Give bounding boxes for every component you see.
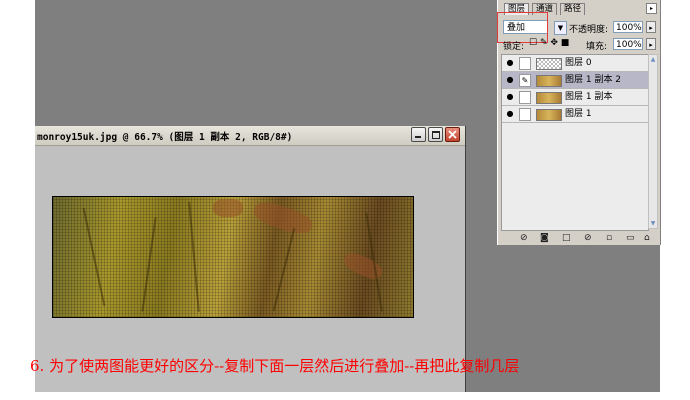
eye-icon[interactable]: ● xyxy=(505,109,515,119)
lock-transparency-icon[interactable]: ☐ xyxy=(529,38,537,48)
blend-opacity-row: 叠加 ▼ 不透明度: 100% ▸ xyxy=(497,12,659,43)
lock-image-icon[interactable]: ✎ xyxy=(540,38,548,48)
layer-link-box[interactable] xyxy=(519,91,531,104)
tab-paths[interactable]: 路径 xyxy=(560,3,586,15)
lock-all-icon[interactable]: ■ xyxy=(561,38,570,48)
maximize-button[interactable] xyxy=(428,127,443,142)
close-icon xyxy=(448,130,457,139)
add-style-icon[interactable]: ◙ xyxy=(540,233,549,243)
layer-row[interactable]: ● 图层 1 xyxy=(502,106,648,123)
opacity-field[interactable]: 100% xyxy=(613,21,643,33)
grass-stalk xyxy=(188,202,200,312)
lock-position-icon[interactable]: ✥ xyxy=(550,38,558,48)
brush-icon[interactable]: ✎ xyxy=(519,74,531,87)
grass-stalk xyxy=(82,207,106,307)
grass-stalk xyxy=(272,228,296,311)
layer-link-box[interactable] xyxy=(519,57,531,70)
layer-row[interactable]: ● 图层 0 xyxy=(502,55,648,72)
eye-icon[interactable]: ● xyxy=(505,75,515,85)
trash-icon[interactable]: ⌂ xyxy=(644,233,650,243)
new-group-icon[interactable]: ▫ xyxy=(606,233,612,243)
eye-icon[interactable]: ● xyxy=(505,58,515,68)
layer-row-selected[interactable]: ● ✎ 图层 1 副本 2 xyxy=(502,72,648,89)
lock-fill-row: 锁定: ☐ ✎ ✥ ■ 填充: 100% ▸ xyxy=(501,38,659,52)
tutorial-caption: 6. 为了使两图能更好的区分--复制下面一层然后进行叠加--再把此复制几层 xyxy=(30,357,520,375)
document-titlebar[interactable]: monroy15uk.jpg @ 66.7% (图层 1 副本 2, RGB/8… xyxy=(35,126,465,146)
add-mask-icon[interactable]: □ xyxy=(562,233,571,243)
fill-field[interactable]: 100% xyxy=(613,38,643,50)
layer-row[interactable]: ● 图层 1 副本 xyxy=(502,89,648,106)
eye-icon[interactable]: ● xyxy=(505,92,515,102)
layer-name: 图层 1 xyxy=(565,109,592,119)
scroll-down-icon[interactable]: ▼ xyxy=(649,219,657,228)
reed-shape xyxy=(341,249,385,283)
lock-icons[interactable]: ☐ ✎ ✥ ■ xyxy=(529,38,569,48)
new-layer-icon[interactable]: ▭ xyxy=(626,233,635,243)
panel-menu-button[interactable]: ▸ xyxy=(646,3,657,14)
opacity-label: 不透明度: xyxy=(569,25,609,35)
close-button[interactable] xyxy=(445,127,460,142)
link-layers-icon[interactable]: ⊘ xyxy=(520,233,528,243)
opacity-slider-button[interactable]: ▸ xyxy=(646,21,656,33)
layer-name: 图层 1 副本 2 xyxy=(565,75,622,85)
scroll-up-icon[interactable]: ▲ xyxy=(649,55,657,64)
reed-shape xyxy=(213,199,243,217)
lock-label: 锁定: xyxy=(503,42,525,52)
layer-thumbnail xyxy=(536,109,562,121)
layer-thumbnail xyxy=(536,75,562,87)
layer-thumbnail xyxy=(536,92,562,104)
layers-scrollbar[interactable]: ▲ ▼ xyxy=(648,54,658,229)
layer-link-box[interactable] xyxy=(519,108,531,121)
blend-mode-dropdown-button[interactable]: ▼ xyxy=(554,21,567,35)
layer-thumbnail xyxy=(536,58,562,70)
document-window[interactable]: monroy15uk.jpg @ 66.7% (图层 1 副本 2, RGB/8… xyxy=(35,126,466,392)
reed-shape xyxy=(251,198,315,238)
grass-stalk xyxy=(141,217,157,312)
fill-label: 填充: xyxy=(586,42,608,52)
fill-slider-button[interactable]: ▸ xyxy=(646,38,656,50)
layer-name: 图层 1 副本 xyxy=(565,92,613,102)
image-canvas[interactable] xyxy=(52,196,414,318)
new-adjustment-icon[interactable]: ⊘ xyxy=(584,233,592,243)
document-title: monroy15uk.jpg @ 66.7% (图层 1 副本 2, RGB/8… xyxy=(37,132,293,143)
layers-list[interactable]: ● 图层 0 ● ✎ 图层 1 副本 2 ● 图层 1 副本 ● 图层 1 xyxy=(501,54,649,231)
layers-panel[interactable]: 图层 通道 路径 ▸ 叠加 ▼ 不透明度: 100% ▸ 锁定: ☐ ✎ ✥ ■… xyxy=(497,0,661,245)
panel-bottom-bar: ⊘ ◙ □ ⊘ ▫ ▭ ⌂ xyxy=(498,232,661,245)
layer-name: 图层 0 xyxy=(565,58,592,68)
minimize-button[interactable] xyxy=(411,127,426,142)
